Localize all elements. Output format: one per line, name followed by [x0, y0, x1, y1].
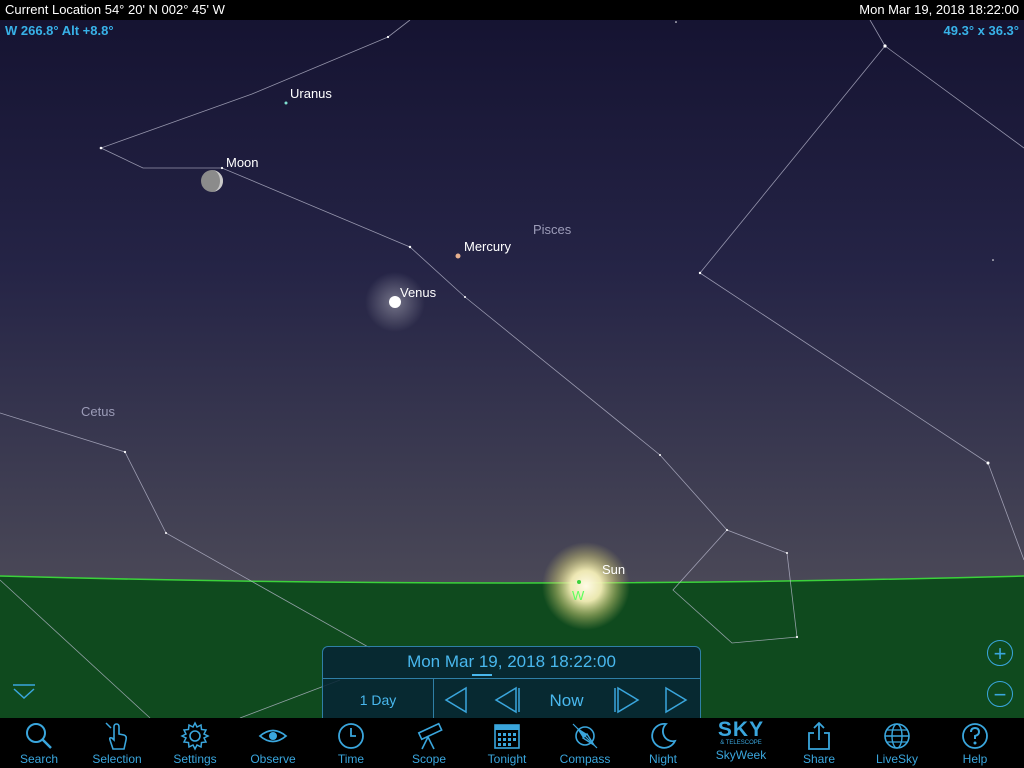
eye-icon: [258, 729, 288, 743]
sun-glow: [542, 542, 630, 630]
zoom-out-button[interactable]: −: [987, 681, 1013, 707]
toolbar-label: Time: [337, 752, 365, 766]
toolbar-selection[interactable]: Selection: [78, 718, 156, 768]
toolbar-tonight[interactable]: Tonight: [468, 718, 546, 768]
toolbar-observe[interactable]: Observe: [234, 718, 312, 768]
toolbar-label: Search: [19, 752, 59, 766]
sky-telescope-logo-sub: & TELESCOPE: [720, 740, 762, 746]
toolbar-label: Settings: [173, 752, 217, 766]
now-button[interactable]: Now: [545, 679, 588, 722]
toolbar-time[interactable]: Time: [312, 718, 390, 768]
globe-icon: [884, 723, 910, 749]
play-forward-icon[interactable]: [663, 686, 689, 714]
time-panel-datetime[interactable]: Mon Mar 19, 2018 18:22:00: [323, 652, 700, 672]
play-backward-icon[interactable]: [443, 686, 469, 714]
constellation-cetus-label: Cetus: [81, 404, 115, 419]
west-point: [577, 580, 581, 584]
current-location: Current Location 54° 20' N 002° 45' W: [5, 2, 225, 17]
toolbar-share[interactable]: Share: [780, 718, 858, 768]
uranus-label[interactable]: Uranus: [290, 86, 332, 101]
mercury-label[interactable]: Mercury: [464, 239, 511, 254]
sun-label[interactable]: Sun: [602, 562, 625, 577]
time-panel-indicator: [472, 674, 492, 676]
step-forward-icon[interactable]: [613, 686, 641, 714]
time-controls-row: 1 Day Now: [323, 678, 700, 722]
calendar-icon: [494, 724, 520, 749]
toolbar-skyweek[interactable]: SKY & TELESCOPE SkyWeek: [702, 718, 780, 768]
help-icon: [962, 723, 988, 749]
share-icon: [808, 721, 830, 750]
search-icon: [26, 723, 52, 749]
toolbar-settings[interactable]: Settings: [156, 718, 234, 768]
mercury-dot: [455, 253, 461, 259]
collapse-chevron-icon[interactable]: [12, 684, 36, 700]
toolbar-label: Tonight: [487, 752, 527, 766]
status-bar: Current Location 54° 20' N 002° 45' W Mo…: [0, 0, 1024, 20]
bottom-toolbar: Search Selection Settings Observe Time S…: [0, 718, 1024, 768]
moon-label[interactable]: Moon: [226, 155, 259, 170]
toolbar-night[interactable]: Night: [624, 718, 702, 768]
toolbar-label: Share: [802, 752, 836, 766]
status-datetime: Mon Mar 19, 2018 18:22:00: [859, 2, 1019, 17]
toolbar-label: Observe: [250, 752, 296, 766]
step-backward-icon[interactable]: [493, 686, 521, 714]
constellation-pisces-label: Pisces: [533, 222, 572, 237]
toolbar-search[interactable]: Search: [0, 718, 78, 768]
toolbar-label: Scope: [411, 752, 447, 766]
toolbar-scope[interactable]: Scope: [390, 718, 468, 768]
sky-telescope-logo: SKY: [717, 718, 765, 741]
telescope-icon: [417, 722, 443, 750]
toolbar-label: Compass: [559, 752, 611, 766]
toolbar-label: Help: [962, 752, 988, 766]
toolbar-label: LiveSky: [875, 752, 919, 766]
toolbar-label: Night: [648, 752, 677, 766]
sky-background: [0, 0, 1024, 600]
toolbar-livesky[interactable]: LiveSky: [858, 718, 936, 768]
hand-pointer-icon: [105, 722, 128, 750]
time-step-selector[interactable]: 1 Day: [323, 679, 434, 722]
clock-icon: [338, 723, 364, 749]
west-direction-marker: W: [572, 588, 585, 603]
time-flow-panel: Mon Mar 19, 2018 18:22:00 1 Day Now: [322, 646, 701, 722]
compass-icon: [572, 723, 598, 749]
view-direction-readout: W 266.8° Alt +8.8°: [5, 23, 114, 38]
field-of-view-readout: 49.3° x 36.3°: [943, 23, 1019, 38]
toolbar-compass[interactable]: Compass: [546, 718, 624, 768]
toolbar-label: SkyWeek: [715, 748, 767, 762]
toolbar-help[interactable]: Help: [936, 718, 1014, 768]
toolbar-label: Selection: [92, 752, 142, 766]
gear-icon: [180, 721, 210, 751]
uranus-dot: [284, 101, 288, 105]
zoom-in-button[interactable]: +: [987, 640, 1013, 666]
moon-icon: [651, 722, 677, 749]
venus-label[interactable]: Venus: [400, 285, 436, 300]
